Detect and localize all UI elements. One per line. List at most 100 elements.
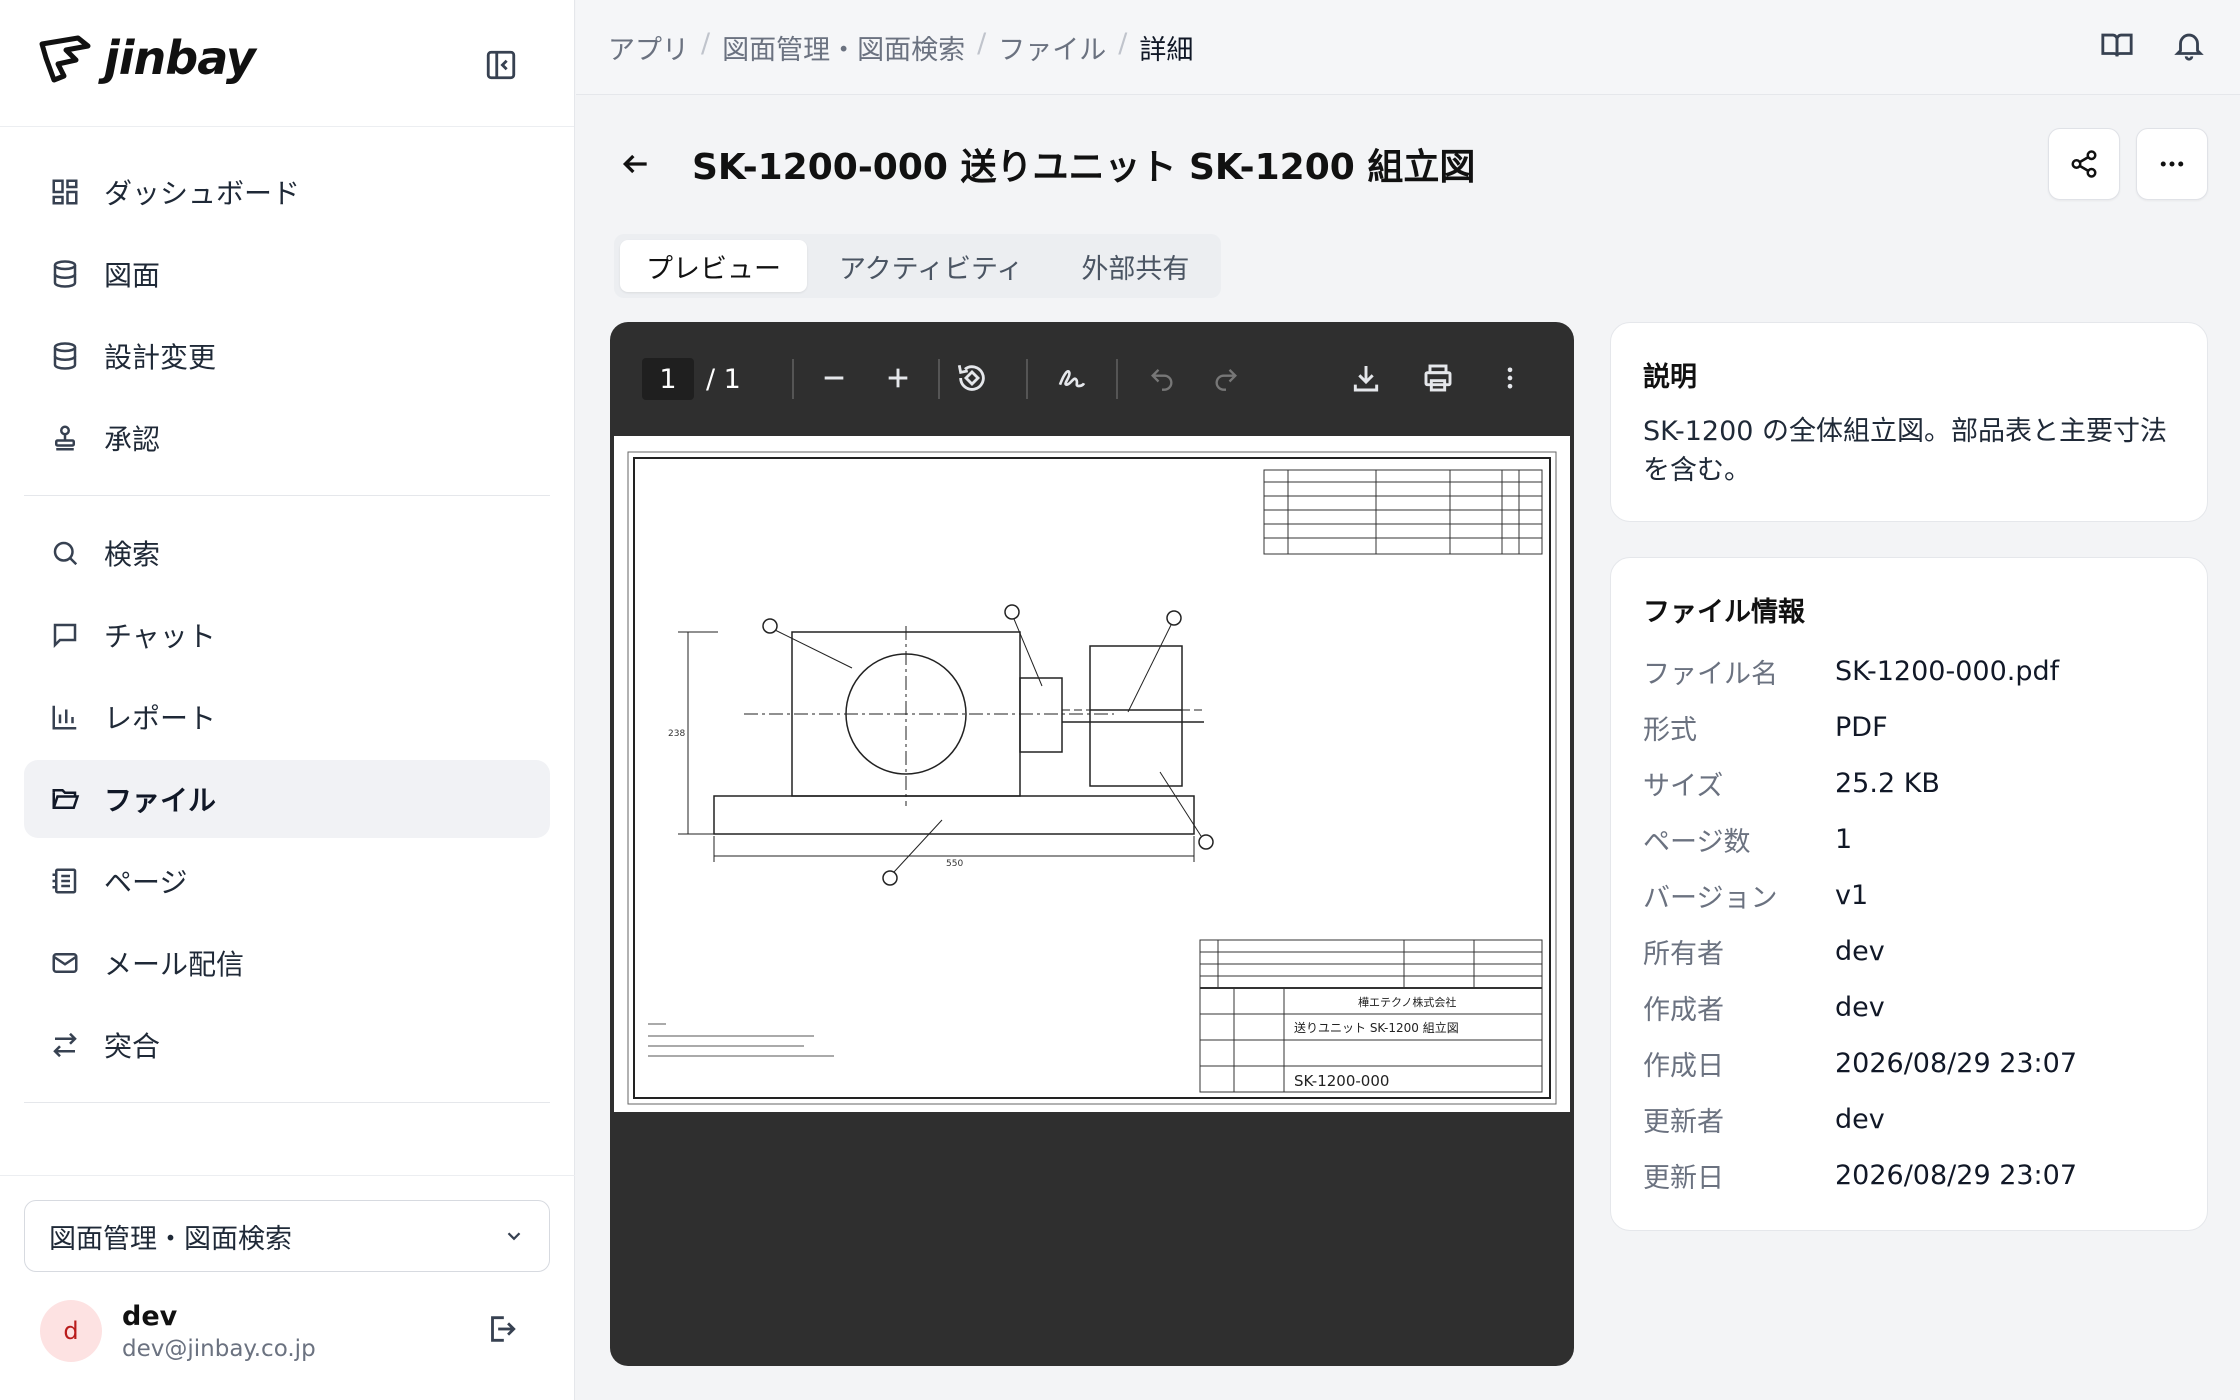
info-row-owner: 所有者 dev bbox=[1643, 923, 2175, 979]
avatar: d bbox=[40, 1300, 102, 1362]
info-key: ページ数 bbox=[1643, 826, 1751, 858]
breadcrumb-item-apps[interactable]: アプリ bbox=[608, 28, 689, 67]
sidebar-item-approval[interactable]: 承認 bbox=[24, 399, 550, 477]
redo-button[interactable] bbox=[1208, 360, 1244, 396]
workspace-select[interactable]: 図面管理・図面検索 bbox=[24, 1200, 550, 1272]
info-value: 1 bbox=[1835, 823, 1853, 855]
detail-tabs: プレビュー アクティビティ 外部共有 bbox=[614, 234, 1222, 298]
sidebar-item-dashboard[interactable]: ダッシュボード bbox=[24, 153, 550, 231]
description-title: 説明 bbox=[1643, 362, 1697, 393]
sidebar-item-chat[interactable]: チャット bbox=[24, 596, 550, 674]
undo-icon bbox=[1151, 369, 1173, 391]
tab-external-share[interactable]: 外部共有 bbox=[1055, 240, 1215, 292]
zoom-in-button[interactable] bbox=[880, 360, 916, 396]
info-row-size: サイズ 25.2 KB bbox=[1643, 755, 2175, 811]
plus-icon bbox=[888, 368, 908, 388]
assembly-view bbox=[678, 604, 1214, 886]
info-row-file-name: ファイル名 SK-1200-000.pdf bbox=[1643, 643, 2175, 699]
arrow-left-icon bbox=[622, 154, 647, 174]
share-icon bbox=[2071, 150, 2097, 178]
info-key: ファイル名 bbox=[1643, 658, 1778, 690]
draw-button[interactable] bbox=[1054, 360, 1090, 396]
breadcrumb-item-files[interactable]: ファイル bbox=[998, 28, 1106, 67]
bell-icon bbox=[2174, 33, 2204, 61]
file-info-title: ファイル情報 bbox=[1643, 597, 1805, 628]
breadcrumb: アプリ / 図面管理・図面検索 / ファイル / 詳細 bbox=[608, 28, 1193, 67]
topbar-actions bbox=[2100, 28, 2206, 66]
sidebar-item-label: 承認 bbox=[104, 423, 161, 456]
share-button[interactable] bbox=[2048, 128, 2120, 200]
toolbar-divider bbox=[1116, 359, 1118, 399]
logout-button[interactable] bbox=[484, 1312, 520, 1348]
info-row-creator: 作成者 dev bbox=[1643, 979, 2175, 1035]
info-value: SK-1200-000.pdf bbox=[1835, 655, 2060, 687]
info-value: dev bbox=[1835, 991, 1885, 1023]
tab-preview[interactable]: プレビュー bbox=[620, 240, 807, 292]
workspace-label: 図面管理・図面検索 bbox=[49, 1223, 292, 1255]
breadcrumb-item-workspace[interactable]: 図面管理・図面検索 bbox=[722, 28, 965, 67]
sidebar-footer: 図面管理・図面検索 d dev dev@jinbay.co.jp bbox=[0, 1175, 575, 1362]
rotate-button[interactable] bbox=[954, 360, 990, 396]
viewer-more-button[interactable] bbox=[1492, 360, 1528, 396]
info-row-version: バージョン v1 bbox=[1643, 867, 2175, 923]
sidebar-item-design-change[interactable]: 設計変更 bbox=[24, 317, 550, 395]
dimension-height: 238 bbox=[668, 729, 685, 739]
sidebar-item-search[interactable]: 検索 bbox=[24, 514, 550, 592]
info-key: 更新日 bbox=[1643, 1162, 1724, 1194]
logout-icon bbox=[491, 1316, 516, 1342]
sidebar-item-files[interactable]: ファイル bbox=[24, 760, 550, 838]
info-value: v1 bbox=[1835, 879, 1869, 911]
zoom-out-button[interactable] bbox=[816, 360, 852, 396]
sidebar-item-pages[interactable]: ページ bbox=[24, 842, 550, 920]
sidebar-item-mail[interactable]: メール配信 bbox=[24, 924, 550, 1002]
user-name: dev bbox=[122, 1300, 178, 1332]
more-horizontal-icon bbox=[2160, 161, 2184, 167]
company-name: 樺エテクノ株式会社 bbox=[1358, 995, 1456, 1009]
arrows-exchange-icon bbox=[48, 1028, 82, 1062]
more-vertical-icon bbox=[1507, 367, 1513, 389]
info-value: 2026/08/29 23:07 bbox=[1835, 1159, 2078, 1191]
dimension-width: 550 bbox=[946, 859, 963, 869]
info-value: PDF bbox=[1835, 711, 1888, 743]
title-block bbox=[1199, 939, 1543, 1093]
printer-icon bbox=[1424, 364, 1452, 392]
info-key: サイズ bbox=[1643, 770, 1724, 802]
sidebar-item-report[interactable]: レポート bbox=[24, 678, 550, 756]
info-key: バージョン bbox=[1643, 882, 1778, 914]
sidebar-item-drawings[interactable]: 図面 bbox=[24, 235, 550, 313]
print-button[interactable] bbox=[1420, 360, 1456, 396]
info-value: 25.2 KB bbox=[1835, 767, 1940, 799]
page-title: SK-1200-000 送りユニット SK-1200 組立図 bbox=[692, 147, 1476, 188]
page-number-input[interactable]: 1 bbox=[642, 358, 694, 400]
more-actions-button[interactable] bbox=[2136, 128, 2208, 200]
dashboard-icon bbox=[48, 175, 82, 209]
sidebar-item-label: チャット bbox=[104, 620, 216, 653]
sidebar-item-reconcile[interactable]: 突合 bbox=[24, 1006, 550, 1084]
docs-button[interactable] bbox=[2100, 28, 2134, 66]
notifications-button[interactable] bbox=[2172, 28, 2206, 66]
breadcrumb-separator: / bbox=[1118, 28, 1128, 59]
logo-row: jinbay bbox=[0, 0, 574, 127]
undo-button[interactable] bbox=[1144, 360, 1180, 396]
user-profile: d dev dev@jinbay.co.jp bbox=[40, 1300, 316, 1362]
signature-icon bbox=[1058, 370, 1086, 388]
bar-chart-icon bbox=[48, 700, 82, 734]
brand-logo[interactable]: jinbay bbox=[38, 30, 256, 86]
download-button[interactable] bbox=[1348, 360, 1384, 396]
back-button[interactable] bbox=[620, 144, 660, 184]
info-value: dev bbox=[1835, 1103, 1885, 1135]
parts-list-table bbox=[1263, 469, 1543, 555]
database-icon bbox=[48, 339, 82, 373]
stamp-icon bbox=[48, 421, 82, 455]
sidebar-item-label: 設計変更 bbox=[104, 341, 217, 374]
tab-activity[interactable]: アクティビティ bbox=[813, 240, 1049, 292]
sidebar-collapse-button[interactable] bbox=[484, 48, 518, 82]
chat-icon bbox=[48, 618, 82, 652]
info-row-updater: 更新者 dev bbox=[1643, 1091, 2175, 1147]
rotate-icon bbox=[957, 364, 985, 391]
info-key: 更新者 bbox=[1643, 1106, 1724, 1138]
info-row-format: 形式 PDF bbox=[1643, 699, 2175, 755]
pdf-viewer: 1 / 1 238 550 樺エテクノ株式会社 送りユニット SK-1200 組… bbox=[610, 322, 1574, 1366]
sidebar: jinbay ダッシュボード 図面 設計変更 承認 検索 チャット レポート フ… bbox=[0, 0, 575, 1400]
sidebar-item-label: ページ bbox=[104, 866, 188, 899]
